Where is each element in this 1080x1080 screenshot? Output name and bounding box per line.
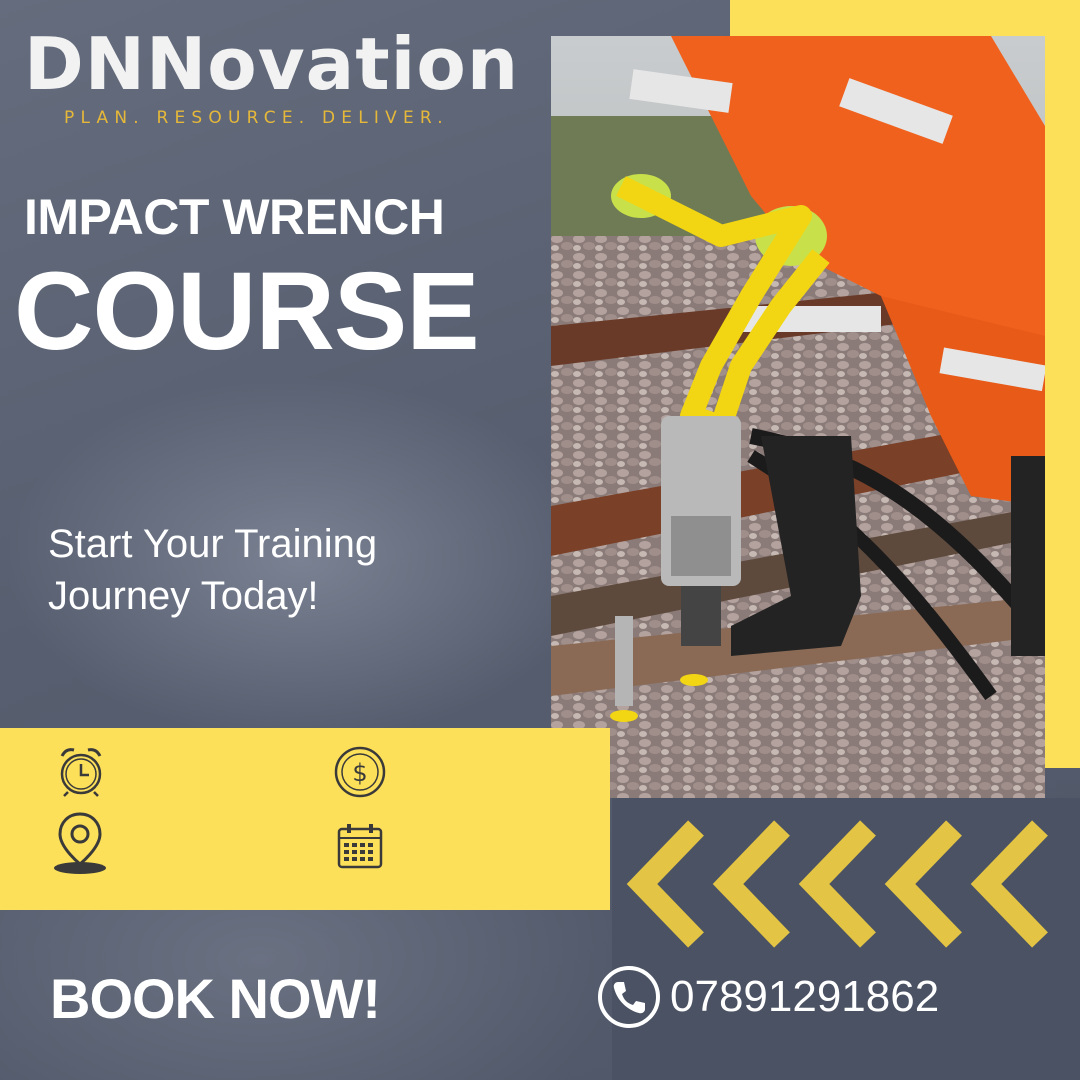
brand-name: DNNovation bbox=[24, 22, 520, 106]
phone-number: 07891291862 bbox=[670, 972, 940, 1021]
alarm-clock-icon bbox=[60, 748, 102, 797]
location-pin-icon bbox=[54, 812, 106, 874]
phone-icon bbox=[598, 966, 660, 1028]
chevron-arrows-icon bbox=[626, 820, 1048, 948]
course-info-box: $ bbox=[0, 728, 610, 910]
brand-logo: DNNovation PLAN. RESOURCE. DELIVER. bbox=[24, 24, 544, 128]
calendar-icon bbox=[337, 824, 383, 869]
worker-photo bbox=[551, 36, 1045, 798]
course-title-line2: COURSE bbox=[14, 250, 480, 373]
dollar-coin-icon: $ bbox=[334, 746, 386, 798]
course-title-line1: IMPACT WRENCH bbox=[24, 189, 445, 245]
brand-tagline: PLAN. RESOURCE. DELIVER. bbox=[64, 108, 449, 128]
worker-photo-illustration bbox=[551, 36, 1045, 798]
book-now-button[interactable]: BOOK NOW! bbox=[50, 966, 381, 1031]
phone-contact[interactable]: 07891291862 bbox=[596, 964, 939, 1030]
course-subtitle: Start Your Training Journey Today! bbox=[48, 522, 378, 618]
svg-text:$: $ bbox=[352, 759, 367, 787]
